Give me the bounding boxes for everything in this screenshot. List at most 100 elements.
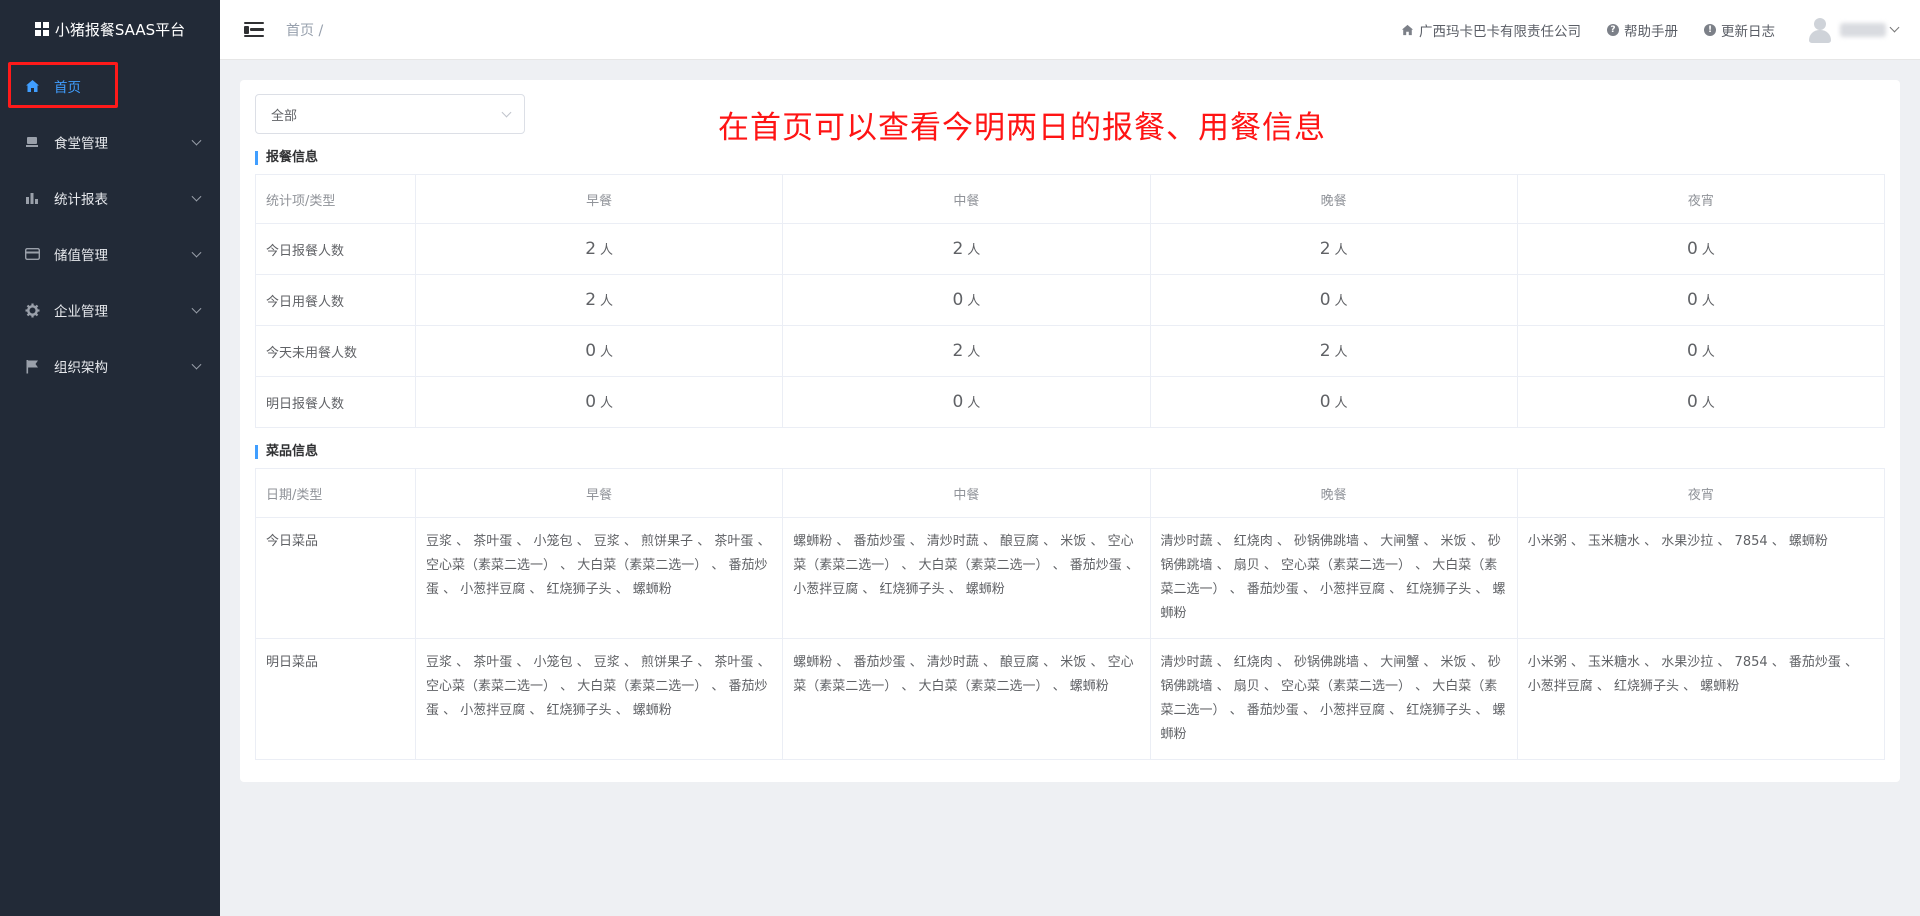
top-header: 首页 / 广西玛卡巴卡有限责任公司 ? 帮助手册 ! 更新日志 — [220, 0, 1920, 60]
chevron-down-icon — [1889, 22, 1900, 33]
chevron-down-icon — [191, 191, 202, 202]
row-label: 今日报餐人数 — [255, 223, 416, 275]
chevron-down-icon — [191, 303, 202, 314]
table-header-row: 日期/类型 早餐 中餐 晚餐 夜宵 — [255, 468, 1886, 518]
table-row: 今天未用餐人数 0人 2人 2人 0人 — [255, 325, 1886, 377]
table-row: 今日用餐人数 2人 0人 0人 0人 — [255, 274, 1886, 326]
chevron-down-icon — [191, 135, 202, 146]
flag-icon — [24, 358, 40, 374]
chevron-down-icon — [191, 247, 202, 258]
table-row: 明日报餐人数 0人 0人 0人 0人 — [255, 376, 1886, 428]
table-header-row: 统计项/类型 早餐 中餐 晚餐 夜宵 — [255, 174, 1886, 224]
count-cell: 0人 — [1516, 325, 1886, 377]
dish-cell: 豆浆 、 茶叶蛋 、 小笼包 、 豆浆 、 煎饼果子 、 茶叶蛋 、 空心菜（素… — [414, 638, 784, 760]
sidebar-item-label: 储值管理 — [54, 248, 108, 264]
sidebar-item-label: 组织架构 — [54, 360, 108, 376]
brand: 小猪报餐SAAS平台 — [0, 0, 220, 58]
dashboard-card: 全部 在首页可以查看今明两日的报餐、用餐信息 报餐信息 统计项/类型 早餐 中餐… — [240, 80, 1900, 782]
sidebar: 小猪报餐SAAS平台 首页 食堂管理 统计报表 储值管理 企业管理 组织架构 — [0, 0, 220, 916]
row-label: 明日菜品 — [255, 638, 416, 760]
column-header: 夜宵 — [1516, 174, 1886, 224]
scope-select-value: 全部 — [271, 108, 298, 124]
count-cell: 2人 — [782, 325, 1151, 377]
sidebar-item-label: 企业管理 — [54, 304, 108, 320]
column-header: 早餐 — [414, 468, 784, 518]
home-icon — [1401, 24, 1414, 35]
info-icon: ! — [1704, 23, 1716, 36]
count-cell: 0人 — [1149, 376, 1518, 428]
column-header: 夜宵 — [1516, 468, 1886, 518]
card-icon — [24, 246, 40, 262]
sidebar-item-home[interactable]: 首页 — [0, 58, 220, 114]
dish-table: 日期/类型 早餐 中餐 晚餐 夜宵 今日菜品 豆浆 、 茶叶蛋 、 小笼包 、 … — [255, 468, 1886, 760]
annotation-text: 在首页可以查看今明两日的报餐、用餐信息 — [718, 110, 1326, 146]
sidebar-item-reports[interactable]: 统计报表 — [0, 170, 220, 226]
sidebar-item-label: 食堂管理 — [54, 136, 108, 152]
count-cell: 2人 — [1149, 223, 1518, 275]
row-label: 今日用餐人数 — [255, 274, 416, 326]
dish-cell: 豆浆 、 茶叶蛋 、 小笼包 、 豆浆 、 煎饼果子 、 茶叶蛋 、 空心菜（素… — [414, 517, 784, 639]
table-row: 明日菜品 豆浆 、 茶叶蛋 、 小笼包 、 豆浆 、 煎饼果子 、 茶叶蛋 、 … — [255, 638, 1886, 760]
count-cell: 0人 — [1149, 274, 1518, 326]
user-menu[interactable] — [1801, 15, 1900, 45]
dish-cell: 小米粥 、 玉米糖水 、 水果沙拉 、 7854 、 番茄炒蛋 、 小葱拌豆腐 … — [1516, 638, 1886, 760]
sidebar-item-canteen[interactable]: 食堂管理 — [0, 114, 220, 170]
help-label: 帮助手册 — [1624, 23, 1678, 40]
question-icon: ? — [1607, 23, 1619, 36]
gear-icon — [24, 302, 40, 318]
column-header: 统计项/类型 — [255, 174, 416, 224]
row-label: 今日菜品 — [255, 517, 416, 639]
menu-toggle-icon[interactable] — [244, 21, 264, 38]
chevron-down-icon — [501, 107, 512, 118]
sidebar-item-stored-value[interactable]: 储值管理 — [0, 226, 220, 282]
table-row: 今日报餐人数 2人 2人 2人 0人 — [255, 223, 1886, 275]
column-header: 早餐 — [414, 174, 784, 224]
count-cell: 0人 — [1516, 223, 1886, 275]
sidebar-item-label: 首页 — [54, 80, 81, 96]
column-header: 中餐 — [782, 174, 1151, 224]
column-header: 日期/类型 — [255, 468, 416, 518]
count-cell: 0人 — [414, 376, 784, 428]
dish-section-title: 菜品信息 — [255, 445, 1885, 459]
count-cell: 0人 — [1516, 376, 1886, 428]
count-cell: 0人 — [782, 376, 1151, 428]
count-cell: 0人 — [1516, 274, 1886, 326]
changelog-link[interactable]: ! 更新日志 — [1704, 20, 1775, 40]
row-label: 今天未用餐人数 — [255, 325, 416, 377]
chevron-down-icon — [191, 359, 202, 370]
dish-cell: 螺蛳粉 、 番茄炒蛋 、 清炒时蔬 、 酿豆腐 、 米饭 、 空心菜（素菜二选一… — [782, 517, 1151, 639]
brand-title: 小猪报餐SAAS平台 — [54, 20, 186, 39]
meal-section-title: 报餐信息 — [255, 151, 1885, 165]
column-header: 晚餐 — [1149, 174, 1518, 224]
column-header: 晚餐 — [1149, 468, 1518, 518]
row-label: 明日报餐人数 — [255, 376, 416, 428]
home-icon — [24, 78, 40, 94]
sidebar-item-label: 统计报表 — [54, 192, 108, 208]
dish-cell: 清炒时蔬 、 红烧肉 、 砂锅佛跳墙 、 大闸蟹 、 米饭 、 砂锅佛跳墙 、 … — [1149, 517, 1518, 639]
avatar — [1805, 15, 1835, 45]
company-link[interactable]: 广西玛卡巴卡有限责任公司 — [1401, 20, 1581, 40]
company-name: 广西玛卡巴卡有限责任公司 — [1419, 23, 1581, 40]
sidebar-item-enterprise[interactable]: 企业管理 — [0, 282, 220, 338]
count-cell: 0人 — [414, 325, 784, 377]
meal-stats-table: 统计项/类型 早餐 中餐 晚餐 夜宵 今日报餐人数 2人 2人 2人 0人 今日… — [255, 174, 1886, 428]
count-cell: 0人 — [782, 274, 1151, 326]
scope-select[interactable]: 全部 — [255, 94, 525, 134]
help-link[interactable]: ? 帮助手册 — [1607, 20, 1678, 40]
count-cell: 2人 — [782, 223, 1151, 275]
username-blurred — [1840, 22, 1886, 37]
sidebar-item-org[interactable]: 组织架构 — [0, 338, 220, 394]
dish-cell: 清炒时蔬 、 红烧肉 、 砂锅佛跳墙 、 大闸蟹 、 米饭 、 砂锅佛跳墙 、 … — [1149, 638, 1518, 760]
logo-grid-icon — [34, 22, 49, 36]
dish-cell: 螺蛳粉 、 番茄炒蛋 、 清炒时蔬 、 酿豆腐 、 米饭 、 空心菜（素菜二选一… — [782, 638, 1151, 760]
bar-chart-icon — [24, 190, 40, 206]
count-cell: 2人 — [414, 223, 784, 275]
dish-cell: 小米粥 、 玉米糖水 、 水果沙拉 、 7854 、 螺蛳粉 — [1516, 517, 1886, 639]
breadcrumb[interactable]: 首页 / — [286, 20, 323, 40]
column-header: 中餐 — [782, 468, 1151, 518]
canteen-icon — [24, 134, 40, 150]
count-cell: 2人 — [1149, 325, 1518, 377]
changelog-label: 更新日志 — [1721, 23, 1775, 40]
count-cell: 2人 — [414, 274, 784, 326]
table-row: 今日菜品 豆浆 、 茶叶蛋 、 小笼包 、 豆浆 、 煎饼果子 、 茶叶蛋 、 … — [255, 517, 1886, 639]
